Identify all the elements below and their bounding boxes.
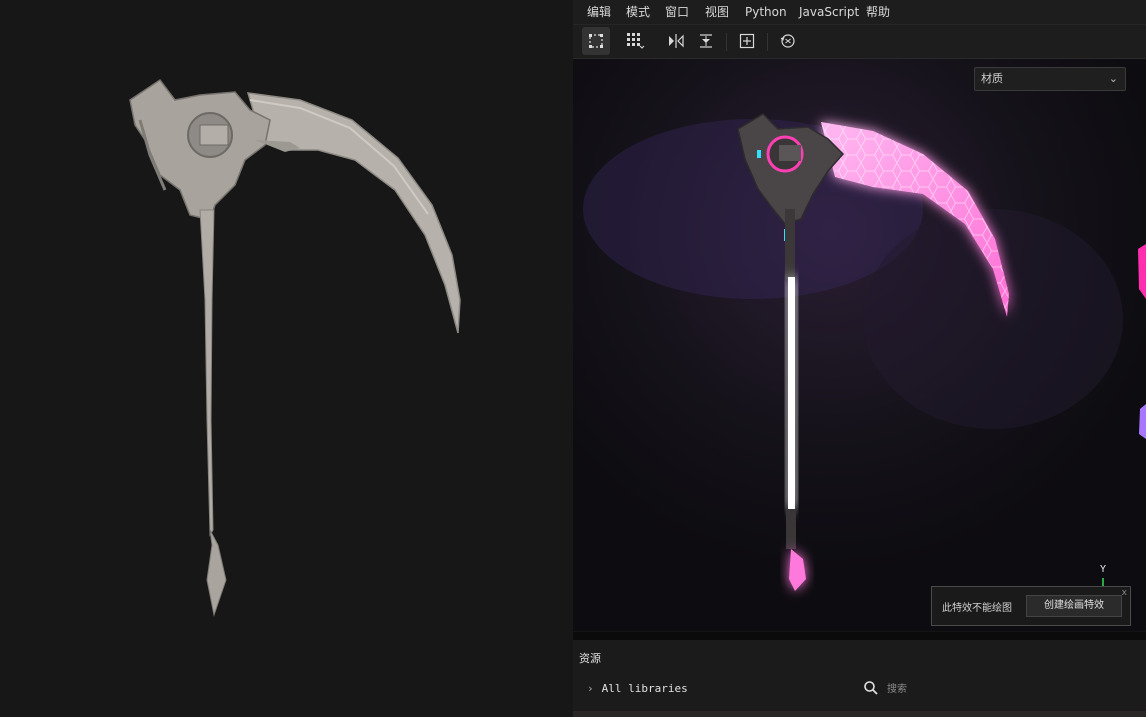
menu-view[interactable]: 视图 [705, 0, 729, 24]
close-icon[interactable]: x [1122, 588, 1127, 598]
mirror-horizontal-button[interactable] [662, 27, 690, 55]
select-region-button[interactable] [582, 27, 610, 55]
all-libraries-item[interactable]: › All libraries [587, 682, 688, 695]
chevron-right-icon: › [587, 682, 594, 695]
effect-notice-message: 此特效不能绘图 [942, 603, 1012, 614]
menu-javascript[interactable]: JavaScript [799, 0, 859, 24]
panel-divider[interactable] [573, 632, 1146, 640]
history-button[interactable] [774, 27, 802, 55]
asset-thumbnails-strip [573, 711, 1146, 717]
mirror-horizontal-icon [669, 34, 684, 48]
all-libraries-label: All libraries [601, 682, 688, 695]
menu-python[interactable]: Python [745, 0, 787, 24]
menu-edit[interactable]: 编辑 [587, 0, 611, 24]
3d-viewport[interactable]: 材质 ⌄ Y 此特效不能绘图 创建绘画特效 x 遮罩 [573, 59, 1146, 631]
toolbar [573, 25, 1146, 59]
assets-title: 资源 [579, 652, 601, 665]
effect-notice-popup: 此特效不能绘图 创建绘画特效 x [931, 586, 1131, 626]
add-frame-icon [739, 33, 755, 49]
textured-scythe-render [573, 59, 1146, 631]
scythe-model-render [129, 78, 461, 617]
menu-mode[interactable]: 模式 [626, 0, 650, 24]
add-frame-button[interactable] [733, 27, 761, 55]
material-select-value: 材质 [981, 72, 1003, 85]
select-region-icon [589, 34, 603, 48]
history-icon [780, 34, 795, 48]
toolbar-separator [767, 33, 768, 51]
grid-array-icon [627, 33, 645, 49]
search-input[interactable] [887, 680, 1137, 698]
left-model-viewport[interactable] [0, 0, 573, 717]
menu-window[interactable]: 窗口 [665, 0, 689, 24]
menu-bar: 编辑 模式 窗口 视图 Python JavaScript 帮助 [573, 0, 1146, 25]
chevron-down-icon: ⌄ [1108, 72, 1118, 85]
grid-array-button[interactable] [622, 27, 650, 55]
painter-app: 编辑 模式 窗口 视图 Python JavaScript 帮助 材质 ⌄ Y … [573, 0, 1146, 717]
assets-panel: 资源 › All libraries [573, 640, 1146, 717]
menu-help[interactable]: 帮助 [866, 0, 890, 24]
create-paint-effect-button[interactable]: 创建绘画特效 [1026, 595, 1122, 617]
toolbar-separator [726, 33, 727, 51]
material-select[interactable]: 材质 ⌄ [974, 67, 1126, 91]
align-center-icon [700, 34, 712, 48]
search-icon [864, 681, 878, 695]
align-center-button[interactable] [692, 27, 720, 55]
